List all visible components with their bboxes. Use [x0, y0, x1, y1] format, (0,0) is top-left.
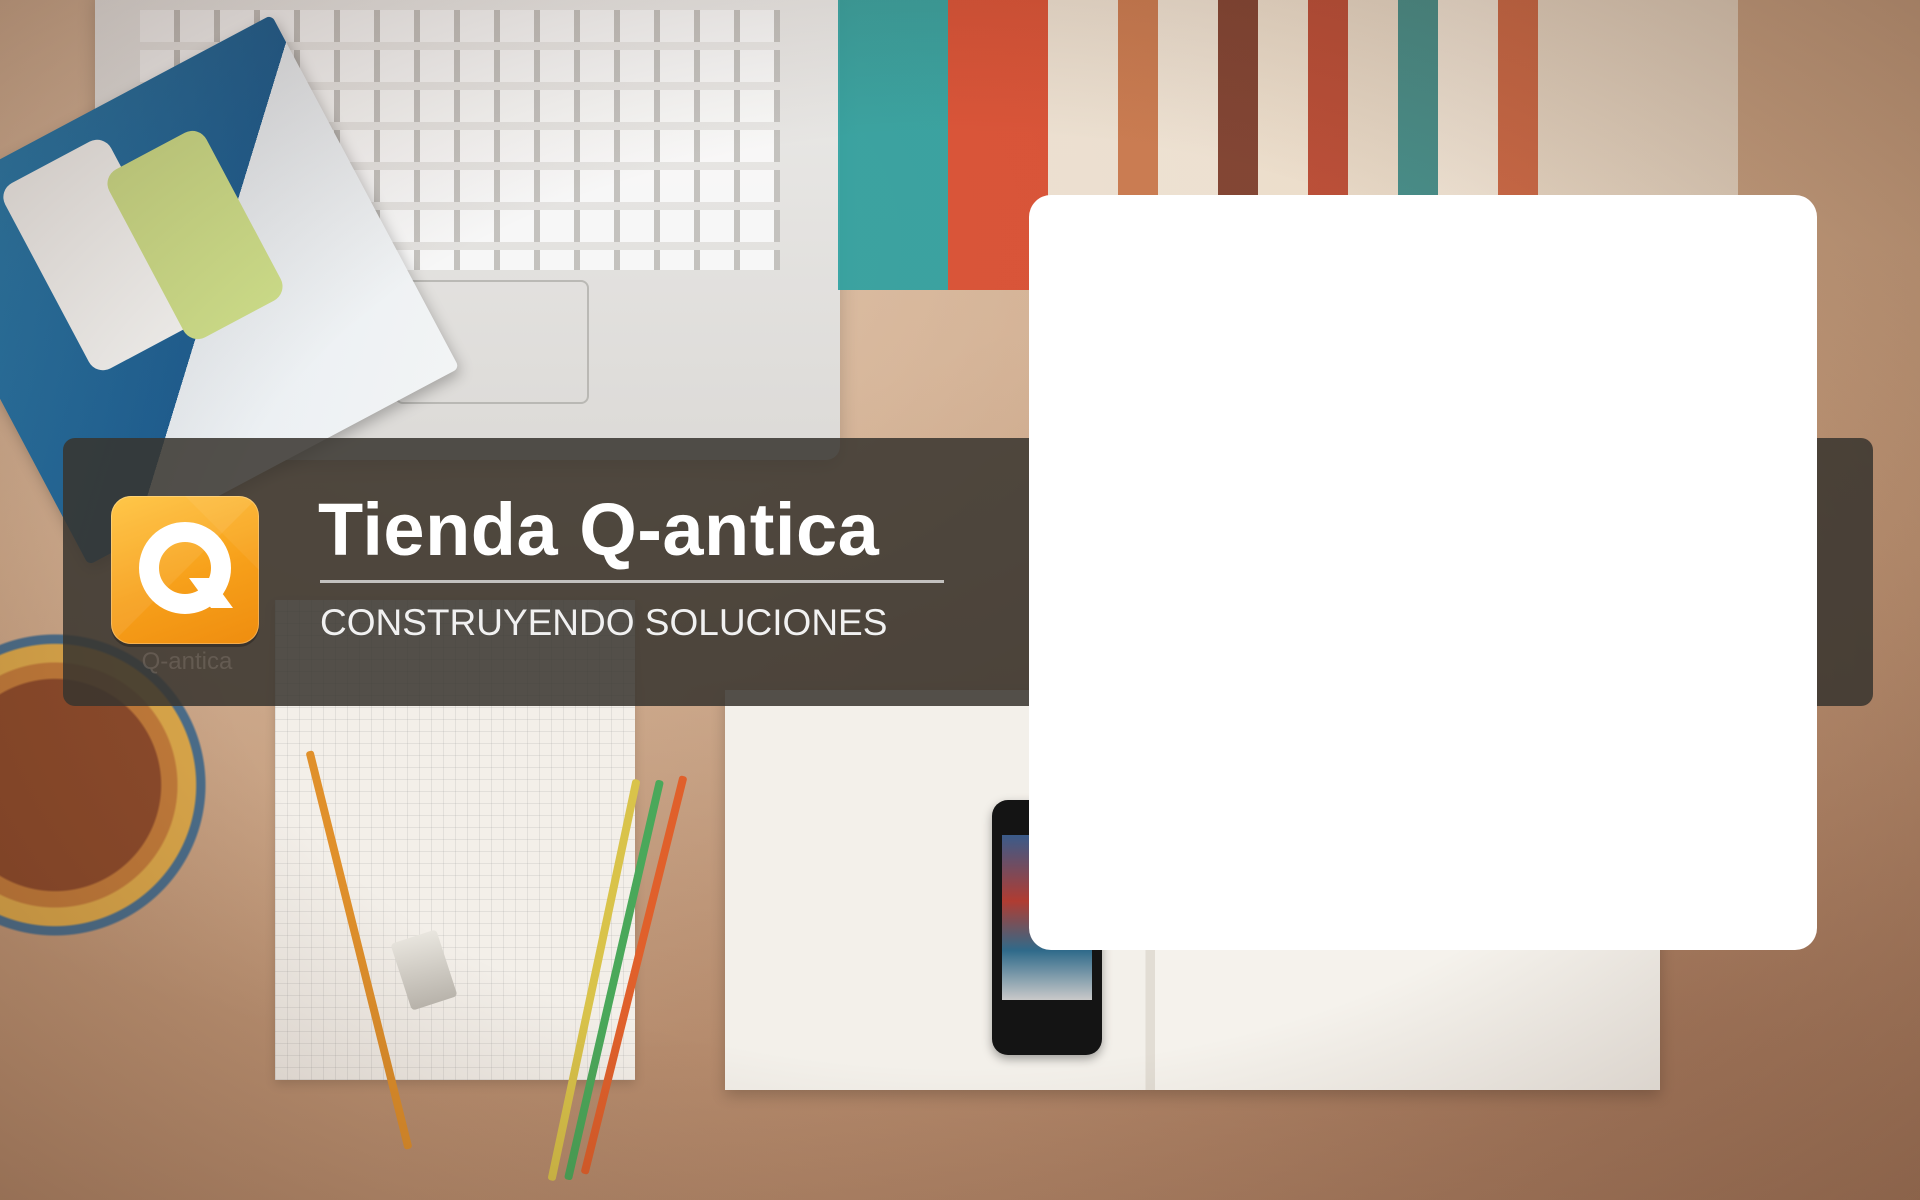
q-logo-glyph	[111, 496, 259, 644]
logo-caption: Q-antica	[141, 648, 233, 675]
q-logo-icon	[111, 496, 259, 644]
title-divider	[320, 580, 944, 583]
content-card	[1029, 195, 1817, 950]
site-tagline: CONSTRUYENDO SOLUCIONES	[320, 602, 888, 643]
site-title: Tienda Q-antica	[318, 488, 880, 571]
